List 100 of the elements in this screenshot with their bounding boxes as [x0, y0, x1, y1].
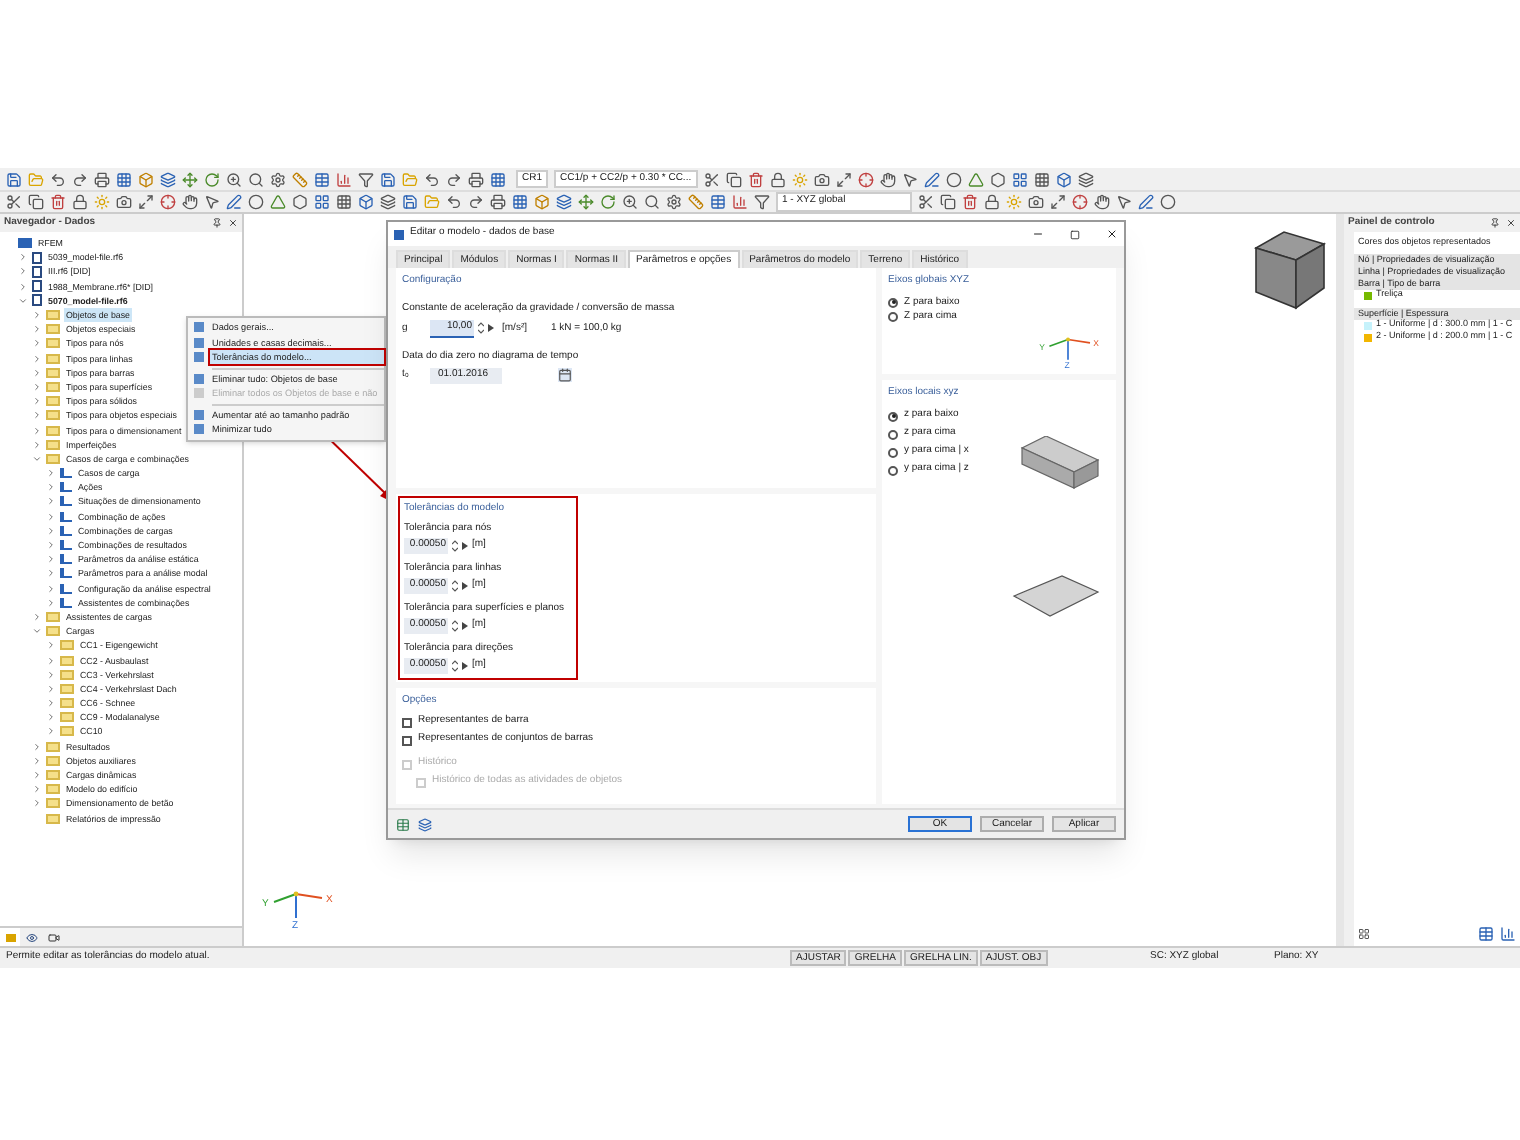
- scissors-icon[interactable]: [6, 194, 22, 210]
- move-icon[interactable]: [182, 171, 198, 187]
- copy-icon[interactable]: [28, 194, 44, 210]
- trash-icon[interactable]: [50, 194, 66, 210]
- pin-icon[interactable]: [212, 218, 222, 228]
- chevron-right-icon[interactable]: [46, 655, 56, 666]
- chevron-right-icon[interactable]: [46, 597, 56, 608]
- maximize-icon[interactable]: [1070, 229, 1080, 239]
- cube-icon[interactable]: [138, 171, 154, 187]
- maximize-icon[interactable]: [835, 171, 852, 187]
- circle-icon[interactable]: [1160, 194, 1176, 210]
- radio-button[interactable]: [888, 297, 898, 308]
- chevron-right-icon[interactable]: [46, 511, 56, 522]
- spinner-icon[interactable]: [452, 579, 458, 592]
- crosshair-icon[interactable]: [160, 194, 176, 210]
- chevron-right-icon[interactable]: [46, 669, 56, 680]
- radio-button[interactable]: [888, 411, 898, 421]
- calendar-icon[interactable]: [558, 368, 572, 383]
- chevron-right-icon[interactable]: [18, 281, 28, 292]
- settings-icon[interactable]: [666, 194, 682, 210]
- play-arrow-icon[interactable]: [462, 541, 468, 550]
- hexagon-icon[interactable]: [292, 194, 308, 210]
- hexagon-icon[interactable]: [989, 171, 1006, 187]
- spinner-icon[interactable]: [452, 659, 458, 672]
- pen-icon[interactable]: [226, 194, 242, 210]
- triangle-icon[interactable]: [270, 194, 286, 210]
- chevron-right-icon[interactable]: [32, 310, 42, 321]
- rotate-icon[interactable]: [600, 194, 616, 210]
- play-arrow-icon[interactable]: [462, 581, 468, 590]
- chevron-right-icon[interactable]: [32, 324, 42, 335]
- chevron-right-icon[interactable]: [46, 726, 56, 737]
- lock-icon[interactable]: [984, 194, 1000, 210]
- chevron-down-icon[interactable]: [32, 453, 42, 464]
- ruler-icon[interactable]: [688, 194, 704, 210]
- search-icon[interactable]: [248, 171, 264, 187]
- circle-icon[interactable]: [945, 171, 962, 187]
- bar-chart-icon[interactable]: [336, 171, 352, 187]
- play-arrow-icon[interactable]: [462, 661, 468, 670]
- layers-icon[interactable]: [160, 171, 176, 187]
- search-icon[interactable]: [644, 194, 660, 210]
- table-icon[interactable]: [314, 171, 330, 187]
- trash-icon[interactable]: [747, 171, 764, 187]
- hand-icon[interactable]: [1094, 194, 1110, 210]
- printer-icon[interactable]: [490, 194, 506, 210]
- chevron-right-icon[interactable]: [46, 568, 56, 579]
- copy-icon[interactable]: [725, 171, 742, 187]
- filter-icon[interactable]: [754, 194, 770, 210]
- triangle-icon[interactable]: [967, 171, 984, 187]
- checkbox[interactable]: [402, 735, 412, 745]
- grid-icon[interactable]: [512, 194, 528, 210]
- filter-icon[interactable]: [358, 171, 374, 187]
- chevron-right-icon[interactable]: [46, 525, 56, 536]
- layers-icon[interactable]: [1077, 171, 1094, 187]
- chevron-right-icon[interactable]: [46, 482, 56, 493]
- pointer-icon[interactable]: [901, 171, 918, 187]
- chevron-right-icon[interactable]: [32, 741, 42, 752]
- chevron-right-icon[interactable]: [46, 468, 56, 479]
- save-icon[interactable]: [380, 171, 396, 187]
- chevron-right-icon[interactable]: [32, 338, 42, 349]
- printer-icon[interactable]: [94, 171, 110, 187]
- redo-icon[interactable]: [468, 194, 484, 210]
- chevron-right-icon[interactable]: [32, 353, 42, 364]
- chevron-right-icon[interactable]: [46, 540, 56, 551]
- camera-icon[interactable]: [813, 171, 830, 187]
- radio-button[interactable]: [888, 447, 898, 457]
- trash-icon[interactable]: [962, 194, 978, 210]
- crosshair-icon[interactable]: [1072, 194, 1088, 210]
- chevron-right-icon[interactable]: [18, 266, 28, 277]
- bar-chart-icon[interactable]: [732, 194, 748, 210]
- grid-icon[interactable]: [490, 171, 506, 187]
- pin-icon[interactable]: [1490, 218, 1500, 228]
- grid-icon[interactable]: [336, 194, 352, 210]
- chevron-right-icon[interactable]: [32, 367, 42, 378]
- redo-icon[interactable]: [446, 171, 462, 187]
- undo-icon[interactable]: [446, 194, 462, 210]
- chevron-right-icon[interactable]: [46, 496, 56, 507]
- chevron-right-icon[interactable]: [18, 252, 28, 263]
- spinner-icon[interactable]: [478, 322, 484, 335]
- scissors-icon[interactable]: [918, 194, 934, 210]
- rotate-icon[interactable]: [204, 171, 220, 187]
- maximize-icon[interactable]: [1050, 194, 1066, 210]
- chevron-right-icon[interactable]: [46, 554, 56, 565]
- pen-icon[interactable]: [1138, 194, 1154, 210]
- chevron-right-icon[interactable]: [46, 698, 56, 709]
- play-arrow-icon[interactable]: [488, 324, 494, 333]
- cube-icon[interactable]: [534, 194, 550, 210]
- chevron-right-icon[interactable]: [32, 784, 42, 795]
- chevron-right-icon[interactable]: [46, 583, 56, 594]
- layers-icon[interactable]: [556, 194, 572, 210]
- bar-chart-icon[interactable]: [1500, 926, 1516, 942]
- cube-icon[interactable]: [1055, 171, 1072, 187]
- move-icon[interactable]: [578, 194, 594, 210]
- chevron-right-icon[interactable]: [32, 396, 42, 407]
- table-icon[interactable]: [710, 194, 726, 210]
- crosshair-icon[interactable]: [857, 171, 874, 187]
- maximize-icon[interactable]: [138, 194, 154, 210]
- save-icon[interactable]: [402, 194, 418, 210]
- close-icon[interactable]: [1106, 228, 1118, 240]
- radio-button[interactable]: [888, 429, 898, 439]
- undo-icon[interactable]: [424, 171, 440, 187]
